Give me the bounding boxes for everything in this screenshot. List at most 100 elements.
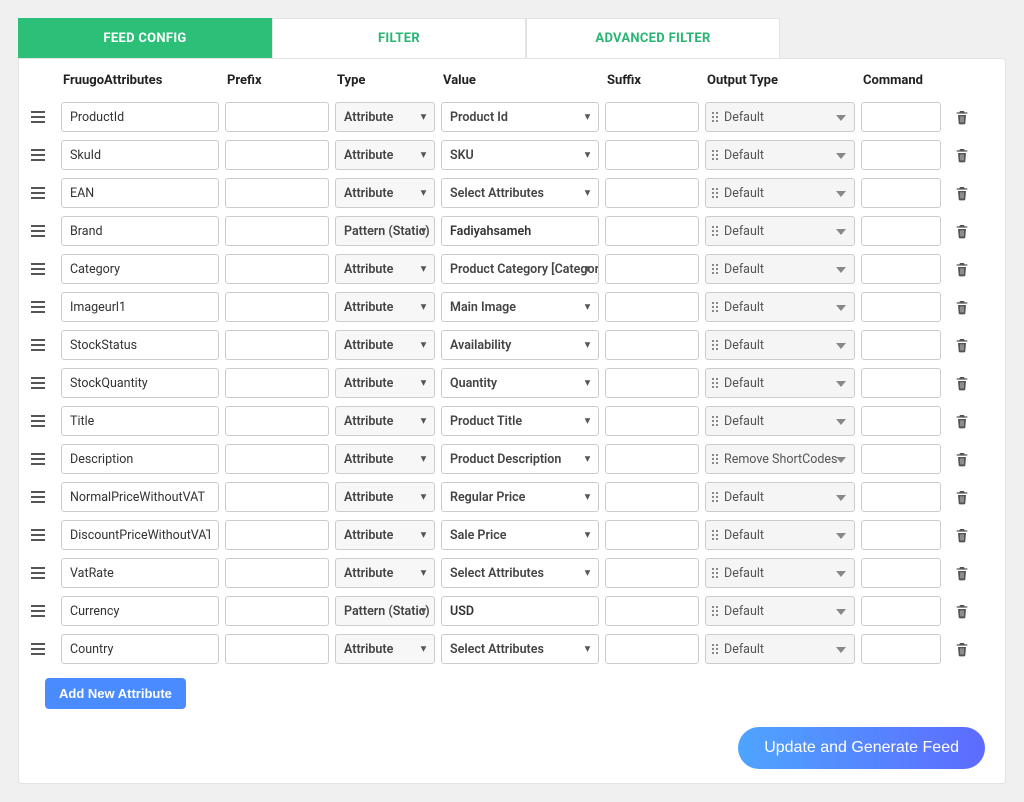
- prefix-input[interactable]: [225, 482, 329, 512]
- suffix-input[interactable]: [605, 482, 699, 512]
- value-select[interactable]: Product Description▾: [441, 444, 599, 474]
- value-select[interactable]: Product Category [Category]▾: [441, 254, 599, 284]
- prefix-input[interactable]: [225, 520, 329, 550]
- delete-row-button[interactable]: [947, 375, 977, 391]
- suffix-input[interactable]: [605, 140, 699, 170]
- command-input[interactable]: [861, 216, 941, 246]
- command-input[interactable]: [861, 254, 941, 284]
- update-generate-button[interactable]: Update and Generate Feed: [738, 727, 985, 769]
- output-type-select[interactable]: Default: [705, 292, 855, 322]
- add-attribute-button[interactable]: Add New Attribute: [45, 678, 186, 709]
- drag-handle-icon[interactable]: [25, 525, 55, 545]
- attribute-name-input[interactable]: [61, 596, 219, 626]
- attribute-name-input[interactable]: [61, 178, 219, 208]
- attribute-name-input[interactable]: [61, 292, 219, 322]
- type-select[interactable]: Attribute▾: [335, 330, 435, 360]
- output-type-select[interactable]: Default: [705, 482, 855, 512]
- delete-row-button[interactable]: [947, 147, 977, 163]
- command-input[interactable]: [861, 520, 941, 550]
- command-input[interactable]: [861, 444, 941, 474]
- output-type-select[interactable]: Default: [705, 140, 855, 170]
- suffix-input[interactable]: [605, 596, 699, 626]
- prefix-input[interactable]: [225, 254, 329, 284]
- type-select[interactable]: Attribute▾: [335, 520, 435, 550]
- command-input[interactable]: [861, 634, 941, 664]
- drag-handle-icon[interactable]: [25, 639, 55, 659]
- output-type-select[interactable]: Default: [705, 634, 855, 664]
- type-select[interactable]: Attribute▾: [335, 406, 435, 436]
- prefix-input[interactable]: [225, 178, 329, 208]
- drag-handle-icon[interactable]: [25, 563, 55, 583]
- attribute-name-input[interactable]: [61, 444, 219, 474]
- prefix-input[interactable]: [225, 216, 329, 246]
- prefix-input[interactable]: [225, 102, 329, 132]
- delete-row-button[interactable]: [947, 565, 977, 581]
- type-select[interactable]: Attribute▾: [335, 292, 435, 322]
- prefix-input[interactable]: [225, 596, 329, 626]
- suffix-input[interactable]: [605, 368, 699, 398]
- suffix-input[interactable]: [605, 520, 699, 550]
- value-select[interactable]: Main Image▾: [441, 292, 599, 322]
- suffix-input[interactable]: [605, 634, 699, 664]
- delete-row-button[interactable]: [947, 223, 977, 239]
- delete-row-button[interactable]: [947, 337, 977, 353]
- drag-handle-icon[interactable]: [25, 335, 55, 355]
- drag-handle-icon[interactable]: [25, 373, 55, 393]
- prefix-input[interactable]: [225, 368, 329, 398]
- suffix-input[interactable]: [605, 254, 699, 284]
- prefix-input[interactable]: [225, 330, 329, 360]
- value-input[interactable]: [441, 216, 599, 246]
- suffix-input[interactable]: [605, 216, 699, 246]
- suffix-input[interactable]: [605, 558, 699, 588]
- value-input[interactable]: [441, 596, 599, 626]
- type-select[interactable]: Attribute▾: [335, 254, 435, 284]
- type-select[interactable]: Attribute▾: [335, 634, 435, 664]
- prefix-input[interactable]: [225, 558, 329, 588]
- attribute-name-input[interactable]: [61, 216, 219, 246]
- delete-row-button[interactable]: [947, 185, 977, 201]
- command-input[interactable]: [861, 178, 941, 208]
- type-select[interactable]: Attribute▾: [335, 444, 435, 474]
- attribute-name-input[interactable]: [61, 140, 219, 170]
- suffix-input[interactable]: [605, 330, 699, 360]
- delete-row-button[interactable]: [947, 261, 977, 277]
- suffix-input[interactable]: [605, 178, 699, 208]
- type-select[interactable]: Attribute▾: [335, 558, 435, 588]
- delete-row-button[interactable]: [947, 413, 977, 429]
- output-type-select[interactable]: Default: [705, 558, 855, 588]
- drag-handle-icon[interactable]: [25, 259, 55, 279]
- value-select[interactable]: Select Attributes▾: [441, 558, 599, 588]
- command-input[interactable]: [861, 558, 941, 588]
- suffix-input[interactable]: [605, 444, 699, 474]
- delete-row-button[interactable]: [947, 641, 977, 657]
- command-input[interactable]: [861, 292, 941, 322]
- output-type-select[interactable]: Default: [705, 178, 855, 208]
- suffix-input[interactable]: [605, 102, 699, 132]
- drag-handle-icon[interactable]: [25, 183, 55, 203]
- suffix-input[interactable]: [605, 406, 699, 436]
- drag-handle-icon[interactable]: [25, 145, 55, 165]
- tab-advanced-filter[interactable]: ADVANCED FILTER: [526, 18, 780, 58]
- delete-row-button[interactable]: [947, 299, 977, 315]
- delete-row-button[interactable]: [947, 489, 977, 505]
- output-type-select[interactable]: Default: [705, 406, 855, 436]
- delete-row-button[interactable]: [947, 527, 977, 543]
- tab-filter[interactable]: FILTER: [272, 18, 526, 58]
- delete-row-button[interactable]: [947, 451, 977, 467]
- attribute-name-input[interactable]: [61, 482, 219, 512]
- command-input[interactable]: [861, 482, 941, 512]
- attribute-name-input[interactable]: [61, 634, 219, 664]
- type-select[interactable]: Pattern (Static)▾: [335, 596, 435, 626]
- attribute-name-input[interactable]: [61, 102, 219, 132]
- value-select[interactable]: Sale Price▾: [441, 520, 599, 550]
- value-select[interactable]: SKU▾: [441, 140, 599, 170]
- type-select[interactable]: Attribute▾: [335, 140, 435, 170]
- delete-row-button[interactable]: [947, 603, 977, 619]
- drag-handle-icon[interactable]: [25, 107, 55, 127]
- type-select[interactable]: Attribute▾: [335, 178, 435, 208]
- command-input[interactable]: [861, 102, 941, 132]
- value-select[interactable]: Quantity▾: [441, 368, 599, 398]
- type-select[interactable]: Attribute▾: [335, 482, 435, 512]
- value-select[interactable]: Availability▾: [441, 330, 599, 360]
- drag-handle-icon[interactable]: [25, 449, 55, 469]
